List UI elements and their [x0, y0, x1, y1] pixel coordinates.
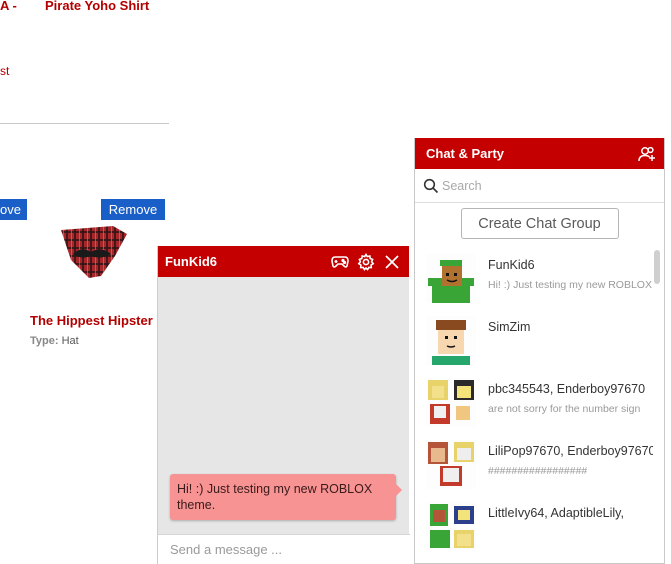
- divider: [0, 123, 169, 124]
- type-label: Type:: [30, 335, 59, 347]
- conversation-preview: [488, 341, 653, 354]
- conversation-preview: [488, 527, 653, 540]
- type-value: Hat: [61, 335, 79, 347]
- chat-party-panel: Chat & Party Create Chat Group: [414, 138, 665, 564]
- conversation-name: FunKid6: [488, 258, 535, 272]
- conversation-header: FunKid6: [158, 246, 409, 277]
- message-input[interactable]: [158, 535, 410, 564]
- add-friend-icon[interactable]: [636, 143, 658, 165]
- gear-icon[interactable]: [355, 251, 377, 273]
- chat-title[interactable]: Chat & Party: [426, 146, 632, 161]
- hipster-hat-image[interactable]: [55, 220, 135, 290]
- avatar: [426, 502, 476, 551]
- conversation-name: pbc345543, Enderboy97670: [488, 382, 646, 396]
- list-item[interactable]: LittleIvy64, AdaptibleLily,: [415, 496, 653, 558]
- conversation-window: FunKid6 Hi! :) Just testing my new ROBLO…: [157, 246, 410, 564]
- conversation-preview: are not sorry for the number sign: [488, 403, 641, 415]
- remove-button-partial[interactable]: ove: [0, 199, 27, 220]
- search-input[interactable]: [442, 178, 642, 193]
- chat-header: Chat & Party: [415, 138, 664, 169]
- conversation-name: LiliPop97670, Enderboy97670: [488, 444, 653, 458]
- message-input-bar: [158, 534, 410, 564]
- search-row: [415, 169, 664, 203]
- list-item[interactable]: SimZim: [415, 310, 653, 372]
- conversation-name: SimZim: [488, 320, 531, 334]
- list-item[interactable]: pbc345543, Enderboy97670 are not sorry f…: [415, 372, 653, 434]
- item-name[interactable]: The Hippest Hipster: [30, 313, 153, 328]
- remove-button[interactable]: Remove: [101, 199, 165, 220]
- conversation-name: LittleIvy64, AdaptibleLily,: [488, 506, 624, 520]
- create-chat-group-button[interactable]: Create Chat Group: [460, 208, 619, 239]
- partial-text: st: [0, 64, 10, 78]
- conversation-list: FunKid6 Hi! :) Just testing my new ROBLO…: [415, 248, 653, 558]
- avatar: [426, 254, 476, 303]
- list-item[interactable]: LiliPop97670, Enderboy97670 ############…: [415, 434, 653, 496]
- partial-item-title[interactable]: A -: [0, 0, 17, 13]
- conversation-title[interactable]: FunKid6: [165, 254, 325, 269]
- avatar: [426, 378, 476, 427]
- conversation-preview: Hi! :) Just testing my new ROBLOX theme.: [488, 279, 653, 291]
- message-bubble: Hi! :) Just testing my new ROBLOX theme.: [170, 474, 402, 520]
- item-type: Type: Hat: [30, 335, 79, 347]
- avatar: [426, 316, 476, 365]
- game-controller-icon[interactable]: [329, 251, 351, 273]
- list-item[interactable]: FunKid6 Hi! :) Just testing my new ROBLO…: [415, 248, 653, 310]
- conversation-preview: #################: [488, 465, 588, 477]
- search-icon: [423, 178, 439, 193]
- avatar: [426, 440, 476, 489]
- list-scrollbar[interactable]: [654, 250, 660, 284]
- item-title-pirate-shirt[interactable]: Pirate Yoho Shirt: [45, 0, 149, 13]
- close-icon[interactable]: [381, 251, 403, 273]
- page: A - Pirate Yoho Shirt st ove Remove The …: [0, 0, 671, 564]
